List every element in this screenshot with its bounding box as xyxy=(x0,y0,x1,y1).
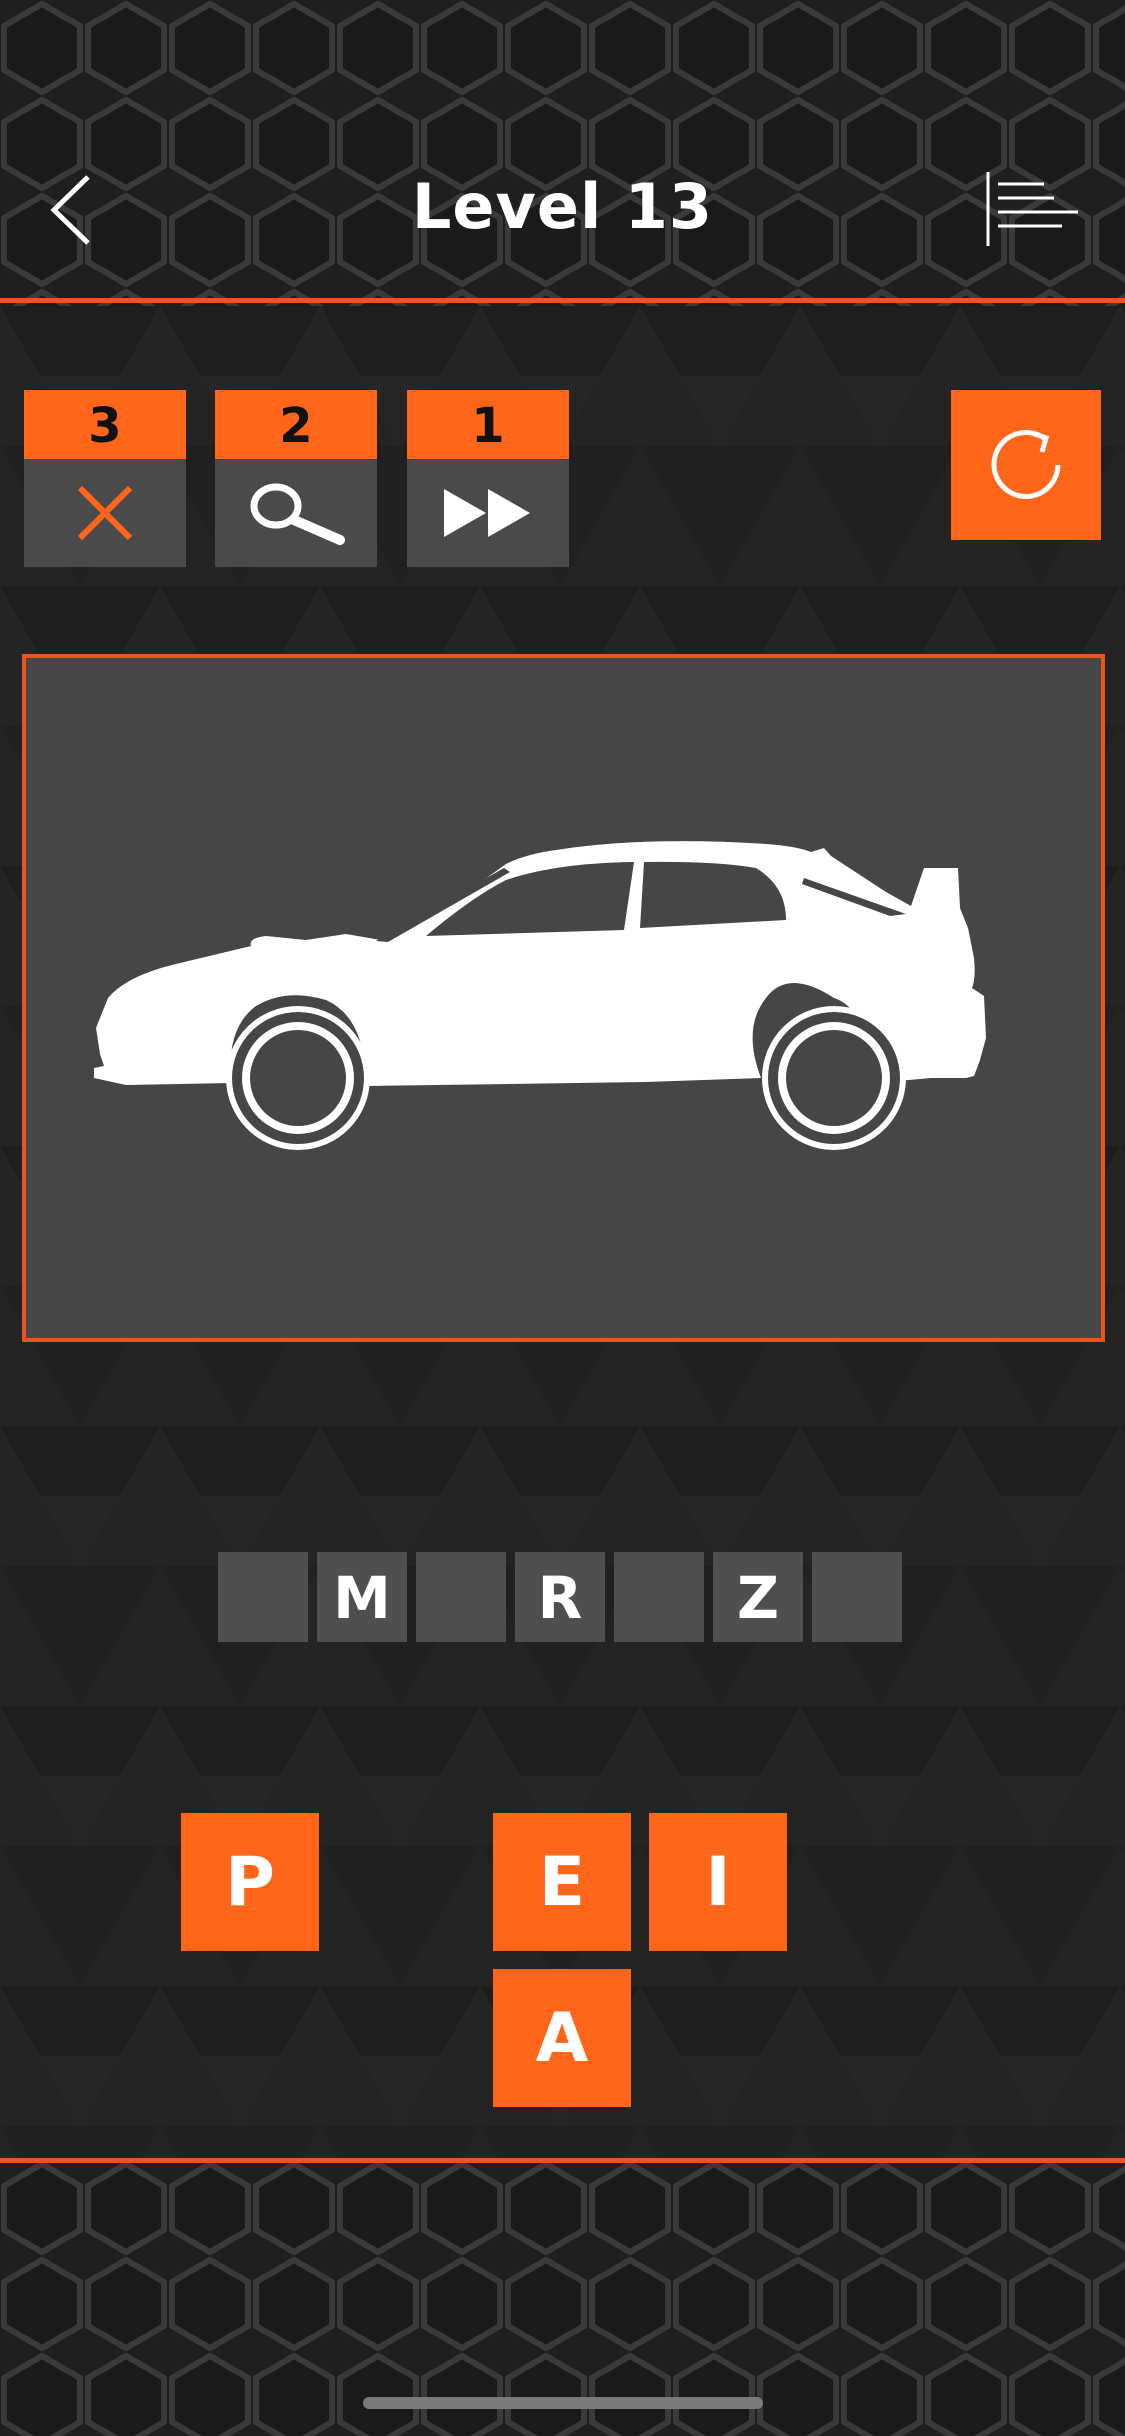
answer-slot[interactable] xyxy=(218,1552,308,1642)
remove-letters-hint-button[interactable]: 3 xyxy=(24,390,186,567)
letter-tile[interactable]: A xyxy=(493,1969,631,2107)
header-divider xyxy=(0,298,1125,303)
page-title: Level 13 xyxy=(411,170,714,243)
menu-lines-icon xyxy=(986,172,1078,246)
magnifier-icon xyxy=(250,483,345,545)
puzzle-image xyxy=(22,654,1105,1342)
hint-count: 3 xyxy=(24,390,186,459)
reset-button[interactable] xyxy=(951,390,1101,540)
home-indicator[interactable] xyxy=(363,2397,763,2409)
letter-tile[interactable]: P xyxy=(181,1813,319,1951)
letter-tile[interactable]: I xyxy=(649,1813,787,1951)
answer-slot[interactable] xyxy=(614,1552,704,1642)
answer-slots: M R Z xyxy=(218,1552,902,1642)
hint-count: 1 xyxy=(407,390,569,459)
close-x-icon xyxy=(77,485,133,541)
hex-pattern-background-bottom xyxy=(0,2160,1125,2436)
answer-slot[interactable] xyxy=(416,1552,506,1642)
hint-count: 2 xyxy=(215,390,377,459)
car-silhouette-icon xyxy=(94,841,986,1150)
hex-pattern-background xyxy=(0,0,1125,310)
levels-menu-button[interactable] xyxy=(982,168,1082,248)
answer-slot[interactable]: Z xyxy=(713,1552,803,1642)
answer-slot[interactable]: M xyxy=(317,1552,407,1642)
skip-level-hint-button[interactable]: 1 xyxy=(407,390,569,567)
answer-slot[interactable]: R xyxy=(515,1552,605,1642)
reveal-letter-hint-button[interactable]: 2 xyxy=(215,390,377,567)
footer-divider xyxy=(0,2158,1125,2163)
answer-slot[interactable] xyxy=(812,1552,902,1642)
letter-tile[interactable]: E xyxy=(493,1813,631,1951)
fast-forward-icon xyxy=(444,489,530,537)
refresh-icon xyxy=(991,429,1061,499)
